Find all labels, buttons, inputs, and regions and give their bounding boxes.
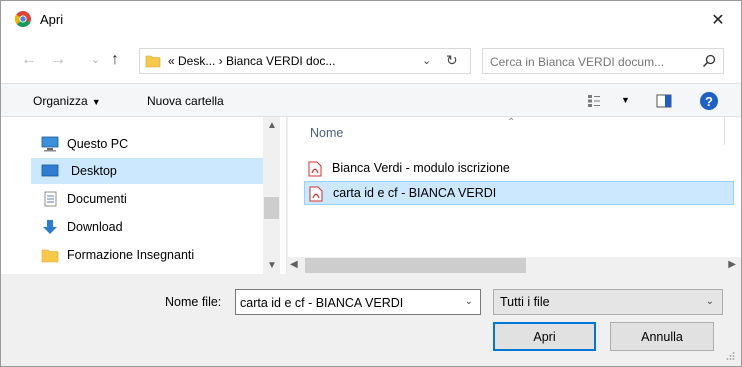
chrome-icon: [15, 11, 31, 27]
file-row[interactable]: Bianca Verdi - modulo iscrizione: [304, 157, 734, 181]
download-icon: [43, 220, 57, 234]
preview-pane-icon[interactable]: [656, 94, 672, 108]
sidebar-scrollbar[interactable]: ▲ ▼: [263, 117, 280, 274]
view-options-icon[interactable]: [587, 94, 601, 108]
open-button[interactable]: Apri: [493, 322, 596, 351]
organize-label: Organizza: [33, 94, 88, 108]
file-row-selected[interactable]: carta id e cf - BIANCA VERDI: [304, 181, 734, 205]
file-list-scrollbar[interactable]: ◀ ▶: [288, 257, 741, 274]
close-icon: ✕: [711, 12, 725, 29]
scroll-up-icon[interactable]: ▲: [267, 120, 277, 131]
navigation-pane: Questo PC Desktop Documenti Download For…: [1, 117, 287, 274]
sidebar-item-label: Download: [67, 220, 123, 234]
filename-dropdown-icon[interactable]: ⌄: [465, 296, 473, 307]
scroll-left-icon[interactable]: ◀: [290, 259, 298, 270]
computer-icon: [41, 136, 59, 152]
filename-label: Nome file:: [165, 295, 222, 309]
address-bar[interactable]: « Desk... › Bianca VERDI doc... ⌄ ↻: [139, 48, 471, 74]
cancel-button[interactable]: Annulla: [610, 322, 714, 351]
folder-icon: [41, 249, 59, 263]
sidebar-item-label: Formazione Insegnanti: [67, 248, 195, 262]
sort-ascending-icon: ⌃: [507, 117, 516, 128]
close-button[interactable]: ✕: [695, 1, 741, 39]
recent-locations-button[interactable]: ⌄: [91, 52, 100, 68]
window-title: Apri: [40, 12, 64, 27]
address-dropdown-icon[interactable]: ⌄: [422, 54, 431, 67]
file-type-select[interactable]: Tutti i file ⌄: [493, 289, 723, 315]
documents-icon: [44, 191, 57, 207]
organize-caret-icon: ▼: [91, 97, 101, 107]
open-file-dialog: Apri ✕ ← → ⌄ ↑ « Desk... › Bianca VERDI …: [0, 0, 742, 367]
forward-button[interactable]: →: [50, 52, 66, 68]
command-toolbar: Organizza ▼ Nuova cartella ▼ ?: [1, 83, 741, 117]
sidebar-item-desktop[interactable]: Desktop: [31, 158, 263, 184]
scroll-right-icon[interactable]: ▶: [728, 259, 736, 270]
sidebar-item-questo-pc[interactable]: Questo PC: [37, 131, 263, 157]
sidebar-item-label: Desktop: [71, 164, 117, 178]
view-dropdown-icon[interactable]: ▼: [621, 95, 630, 105]
scroll-down-icon[interactable]: ▼: [267, 260, 277, 271]
scrollbar-thumb[interactable]: [305, 258, 526, 273]
up-button[interactable]: ↑: [111, 52, 119, 68]
refresh-icon[interactable]: ↻: [446, 52, 458, 69]
file-name: Bianca Verdi - modulo iscrizione: [332, 161, 510, 175]
scrollbar-thumb[interactable]: [264, 197, 279, 219]
search-icon[interactable]: [701, 53, 717, 69]
sidebar-item-download[interactable]: Download: [37, 214, 263, 240]
filename-combobox[interactable]: ⌄: [235, 289, 481, 315]
pdf-icon: [308, 161, 322, 177]
desktop-icon: [41, 164, 59, 177]
back-button[interactable]: ←: [21, 52, 37, 68]
column-separator[interactable]: [724, 117, 725, 145]
resize-grip-icon[interactable]: [725, 351, 735, 361]
file-type-dropdown-icon: ⌄: [705, 296, 714, 307]
search-box[interactable]: [482, 48, 724, 74]
file-type-value: Tutti i file: [500, 295, 550, 309]
file-name: carta id e cf - BIANCA VERDI: [333, 186, 497, 200]
sidebar-item-label: Documenti: [67, 192, 127, 206]
filename-input[interactable]: [240, 294, 452, 311]
folder-icon: [145, 55, 161, 68]
sidebar-item-formazione-insegnanti[interactable]: Formazione Insegnanti: [37, 242, 263, 268]
help-icon[interactable]: ?: [700, 92, 718, 110]
organize-button[interactable]: Organizza ▼: [33, 94, 101, 108]
sidebar-item-documenti[interactable]: Documenti: [37, 186, 263, 212]
file-list-pane: Nome ⌃ Bianca Verdi - modulo iscrizione …: [288, 117, 741, 274]
column-header-name[interactable]: Nome: [310, 126, 343, 140]
address-path[interactable]: « Desk... › Bianca VERDI doc...: [168, 54, 335, 68]
pdf-icon: [309, 186, 323, 202]
search-input[interactable]: [490, 53, 695, 70]
title-bar: Apri ✕: [1, 1, 741, 39]
navigation-bar: ← → ⌄ ↑ « Desk... › Bianca VERDI doc... …: [1, 39, 741, 83]
new-folder-button[interactable]: Nuova cartella: [147, 94, 224, 108]
sidebar-item-label: Questo PC: [67, 137, 129, 151]
